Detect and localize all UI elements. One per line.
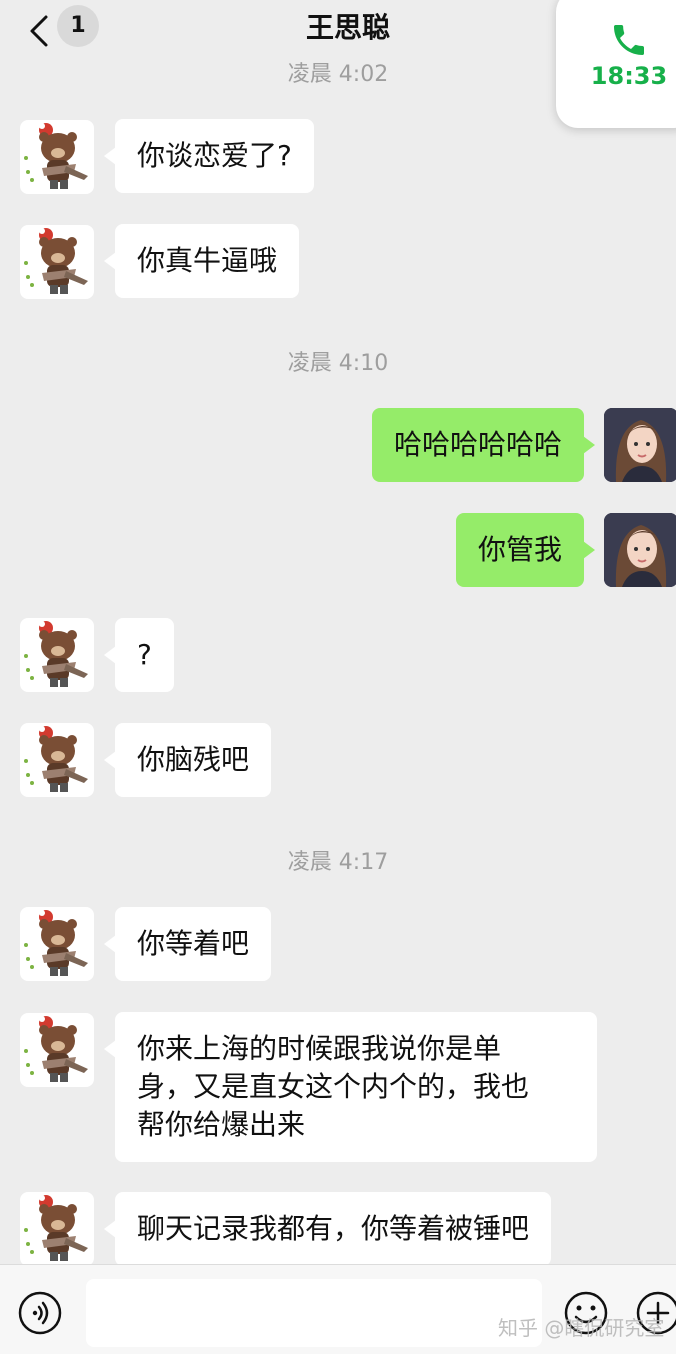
bear-avatar-icon [24,726,88,792]
incoming-message-bubble[interactable]: 你来上海的时候跟我说你是单 身，又是直女这个内个的，我也 帮你给爆出来 [104,1012,597,1162]
contact-avatar[interactable] [20,1192,94,1266]
chat-title: 王思聪 [305,11,390,44]
bear-avatar-icon [24,1016,88,1082]
incoming-message-bubble[interactable]: 你谈恋爱了? [104,119,314,193]
incoming-message-bubble[interactable]: 你真牛逼哦 [103,224,300,298]
voice-icon[interactable] [18,1291,62,1335]
incoming-message-bubble[interactable]: 你等着吧 [103,907,272,981]
bear-avatar-icon [24,228,88,294]
bear-avatar-icon [24,621,88,687]
outgoing-message-bubble[interactable]: 你管我 [455,513,596,587]
girl-avatar-icon [604,408,676,482]
timestamp: 凌晨 4:17 [287,850,389,875]
message-input[interactable] [86,1279,542,1347]
timestamp: 凌晨 4:02 [287,62,389,87]
watermark: 知乎 @瞎侃研究室 [498,1316,665,1340]
chevron-left-icon[interactable] [28,14,50,48]
my-avatar[interactable] [604,408,676,482]
timestamp: 凌晨 4:10 [287,351,389,376]
unread-count-badge[interactable]: 1 [57,5,99,47]
bear-avatar-icon [24,910,88,976]
phone-icon [614,25,644,55]
outgoing-message-bubble[interactable]: 哈哈哈哈哈哈 [371,408,596,482]
bear-avatar-icon [24,123,88,189]
bear-avatar-icon [24,1195,88,1261]
incoming-message-bubble[interactable]: 你脑残吧 [103,723,272,797]
contact-avatar[interactable] [20,907,94,981]
contact-avatar[interactable] [20,1013,94,1087]
girl-avatar-icon [604,513,676,587]
incoming-message-bubble[interactable]: 聊天记录我都有，你等着被锤吧 [103,1192,552,1266]
incoming-message-bubble[interactable]: ? [104,618,174,692]
contact-avatar[interactable] [20,723,94,797]
my-avatar[interactable] [604,513,676,587]
contact-avatar[interactable] [20,225,94,299]
contact-avatar[interactable] [20,120,94,194]
contact-avatar[interactable] [20,618,94,692]
